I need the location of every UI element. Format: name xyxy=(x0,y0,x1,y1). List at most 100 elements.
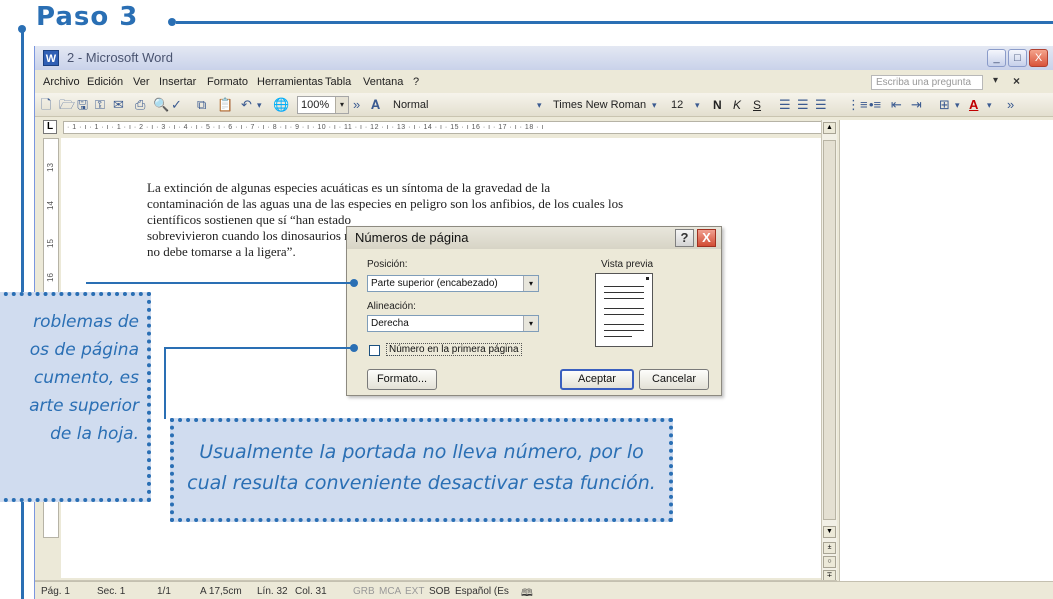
save-icon[interactable]: 🖫 xyxy=(77,96,88,114)
tab-selector[interactable]: L xyxy=(43,120,57,134)
bold-button[interactable]: N xyxy=(713,96,722,114)
decrease-indent-icon[interactable]: ⇤ xyxy=(891,96,902,114)
toolbar-more-icon[interactable]: » xyxy=(1007,96,1014,114)
scroll-thumb[interactable] xyxy=(823,140,836,520)
menu-formato[interactable]: Formato xyxy=(207,76,248,88)
font-dropdown-icon[interactable]: ▾ xyxy=(652,96,657,114)
zoom-value: 100% xyxy=(301,99,330,111)
undo-dropdown-icon[interactable]: ▾ xyxy=(257,96,262,114)
style-value: Normal xyxy=(393,99,429,111)
page-numbers-dialog: Números de página ? X Posición: Parte su… xyxy=(346,226,722,396)
copy-icon[interactable]: ⧉ xyxy=(197,96,206,114)
status-language[interactable]: Español (Es xyxy=(455,586,509,597)
previous-page-button[interactable]: ± xyxy=(823,542,836,554)
task-pane xyxy=(839,120,1053,594)
paste-icon[interactable]: 📋 xyxy=(217,96,233,114)
font-size-value: 12 xyxy=(671,99,684,111)
print-icon[interactable]: ⎙ xyxy=(135,96,145,114)
hyperlink-icon[interactable]: 🌐 xyxy=(273,96,289,114)
style-select[interactable]: Normal xyxy=(389,96,533,114)
menu-help[interactable]: ? xyxy=(413,76,419,88)
page-preview xyxy=(595,273,653,347)
status-sob[interactable]: SOB xyxy=(429,586,450,597)
maximize-button[interactable]: □ xyxy=(1008,49,1027,67)
leader-line-position xyxy=(86,282,354,284)
size-dropdown-icon[interactable]: ▾ xyxy=(695,96,700,114)
position-value: Parte superior (encabezado) xyxy=(371,278,498,289)
dialog-close-button[interactable]: X xyxy=(697,229,716,247)
position-select[interactable]: Parte superior (encabezado) ▾ xyxy=(367,275,539,292)
callout-line: arte superior xyxy=(29,396,139,416)
callout-first-page-tip: Usualmente la portada no lleva número, p… xyxy=(170,418,673,522)
new-document-icon[interactable]: 🗋 xyxy=(41,96,51,114)
spelling-icon[interactable]: ✓ xyxy=(171,96,182,114)
scroll-up-button[interactable]: ▲ xyxy=(823,122,836,134)
menu-ventana[interactable]: Ventana xyxy=(363,76,403,88)
status-section: Sec. 1 xyxy=(97,586,126,597)
status-mca[interactable]: MCA xyxy=(379,586,401,597)
align-center-icon[interactable]: ☰ xyxy=(797,96,809,114)
bullet-list-icon[interactable]: •≡ xyxy=(869,96,881,114)
menu-herramientas[interactable]: Herramientas xyxy=(257,76,323,88)
menu-insertar[interactable]: Insertar xyxy=(159,76,196,88)
style-dropdown-icon[interactable]: ▾ xyxy=(537,96,542,114)
print-preview-icon[interactable]: 🔍 xyxy=(153,96,169,114)
preview-line xyxy=(604,314,644,315)
menu-tabla[interactable]: Tabla xyxy=(325,76,351,88)
scroll-down-button[interactable]: ▼ xyxy=(823,526,836,538)
preview-line xyxy=(604,298,644,299)
preview-line xyxy=(604,286,644,287)
email-icon[interactable]: ✉ xyxy=(113,96,124,114)
status-column: Col. 31 xyxy=(295,586,327,597)
select-browse-object-button[interactable]: ○ xyxy=(823,556,836,568)
status-grb[interactable]: GRB xyxy=(353,586,375,597)
permission-icon[interactable]: ⚿ xyxy=(95,96,105,114)
align-right-icon[interactable]: ☰ xyxy=(815,96,827,114)
menu-ver[interactable]: Ver xyxy=(133,76,150,88)
align-left-icon[interactable]: ☰ xyxy=(779,96,791,114)
status-ext[interactable]: EXT xyxy=(405,586,424,597)
leader-line-checkbox-h xyxy=(164,347,354,349)
format-button[interactable]: Formato... xyxy=(367,369,437,390)
chevron-down-icon: ▾ xyxy=(335,97,348,113)
chevron-down-icon: ▾ xyxy=(523,276,538,291)
dialog-help-button[interactable]: ? xyxy=(675,229,694,247)
callout-line: cual resulta conveniente desactivar esta… xyxy=(187,472,656,494)
borders-icon[interactable]: ⊞ xyxy=(939,96,950,114)
preview-line xyxy=(604,324,644,325)
menu-archivo[interactable]: Archivo xyxy=(43,76,80,88)
cancel-button[interactable]: Cancelar xyxy=(639,369,709,390)
font-color-icon[interactable]: A xyxy=(969,96,978,114)
help-dropdown-icon[interactable]: ▾ xyxy=(993,75,998,86)
undo-icon[interactable]: ↶ xyxy=(241,96,252,114)
preview-line xyxy=(604,308,644,309)
font-select[interactable]: Times New Roman xyxy=(549,96,651,114)
numbered-list-icon[interactable]: ⋮≡ xyxy=(847,96,868,114)
zoom-select[interactable]: 100% ▾ xyxy=(297,96,349,114)
minimize-button[interactable]: _ xyxy=(987,49,1006,67)
borders-dropdown-icon[interactable]: ▾ xyxy=(955,96,960,114)
vruler-14: 14 xyxy=(45,201,55,210)
horizontal-ruler[interactable]: · 1 · ı · 1 · ı · 1 · ı · 2 · ı · 3 · ı … xyxy=(63,121,823,134)
alignment-select[interactable]: Derecha ▾ xyxy=(367,315,539,332)
spelling-status-icon[interactable]: 🕮 xyxy=(521,586,533,599)
first-page-checkbox[interactable] xyxy=(369,345,380,356)
font-color-dropdown-icon[interactable]: ▾ xyxy=(987,96,992,114)
help-question-input[interactable]: Escriba una pregunta xyxy=(871,75,983,90)
position-label: Posición: xyxy=(367,259,408,270)
italic-button[interactable]: K xyxy=(733,96,741,114)
close-document-icon[interactable]: × xyxy=(1013,74,1020,88)
vertical-scrollbar[interactable]: ▲ ▼ ± ○ ∓ xyxy=(821,120,837,582)
underline-button[interactable]: S xyxy=(753,96,761,114)
open-folder-icon[interactable]: 🗁 xyxy=(59,96,75,114)
frame-dot-right xyxy=(168,18,176,26)
menu-edicion[interactable]: Edición xyxy=(87,76,123,88)
increase-indent-icon[interactable]: ⇥ xyxy=(911,96,922,114)
chevron-down-icon: ▾ xyxy=(523,316,538,331)
first-page-label[interactable]: Número en la primera página xyxy=(386,343,522,356)
styles-pane-icon[interactable]: 𝐀 xyxy=(371,96,380,114)
toolbar-options-icon[interactable]: » xyxy=(353,96,360,114)
ok-button[interactable]: Aceptar xyxy=(560,369,634,390)
font-size-select[interactable]: 12 xyxy=(667,96,695,114)
close-button[interactable]: X xyxy=(1029,49,1048,67)
